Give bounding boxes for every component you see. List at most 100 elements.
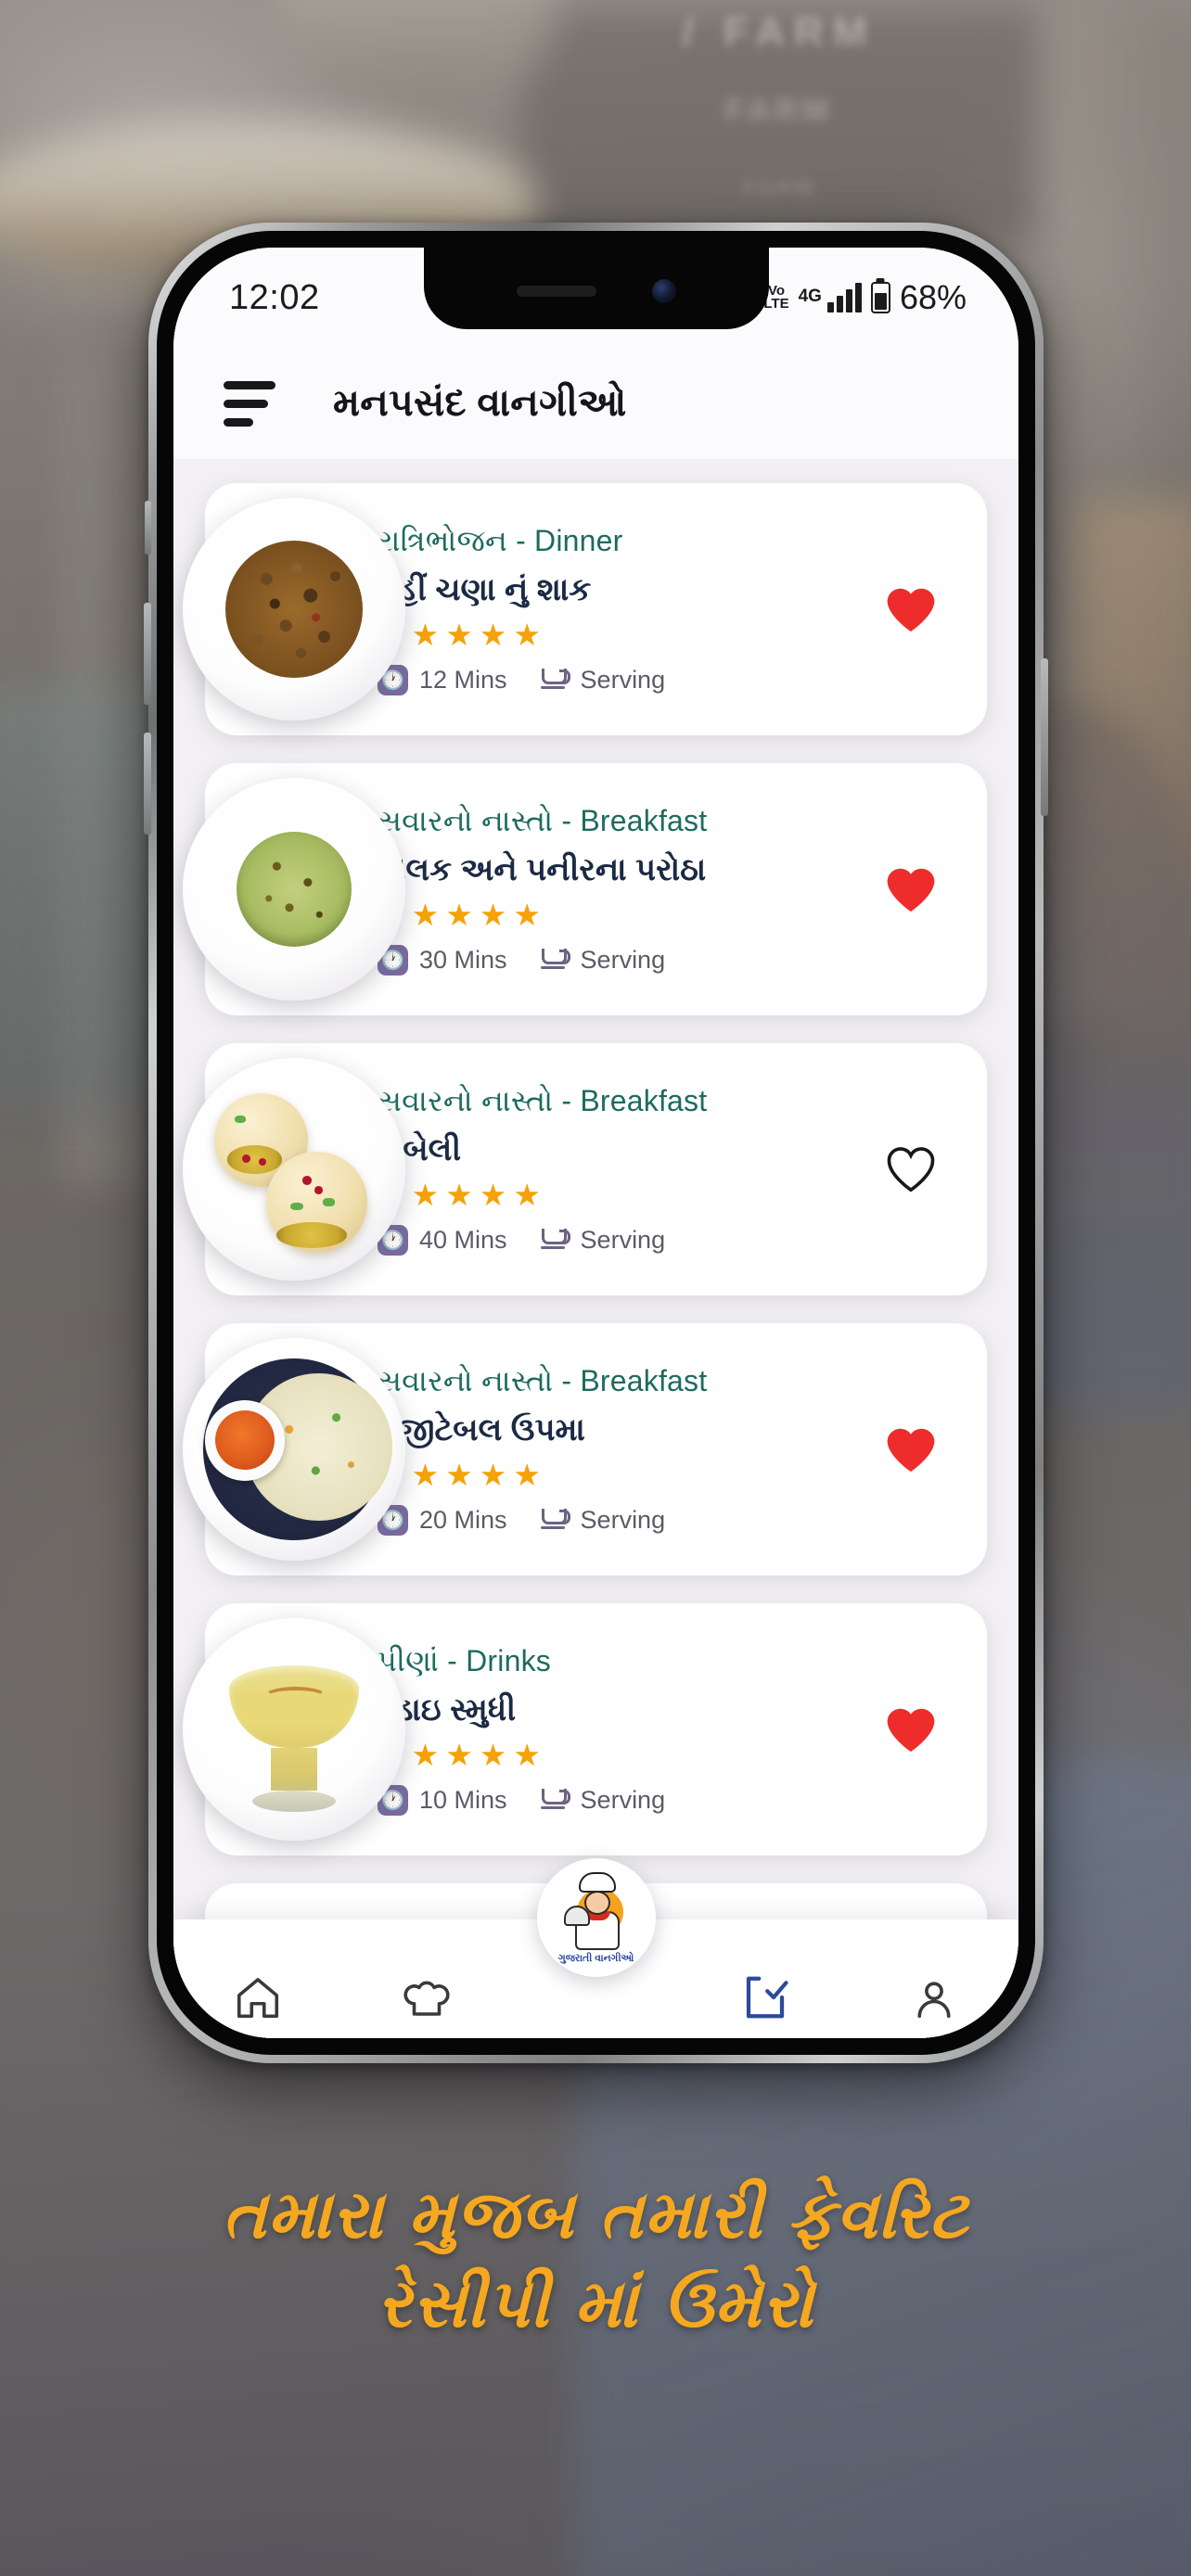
hamburger-line-1	[224, 380, 275, 389]
favorite-button[interactable]	[855, 1144, 967, 1194]
signal-bar-4	[854, 283, 862, 312]
star-icon: ★	[445, 1457, 473, 1492]
battery-percentage: 68%	[899, 278, 967, 316]
recipe-info: પીણાં - Drinks ઠંડાઇ સ્મુધી ★ ★ ★ ★ ★ 🕐	[378, 1620, 855, 1840]
recipe-thumbnail	[183, 1058, 405, 1281]
recipe-meta: 🕐 10 Mins Serving	[378, 1784, 855, 1816]
nav-profile[interactable]	[883, 1972, 985, 2022]
recipe-info: સવારનો નાસ્તો - Breakfast વેજીટેબલ ઉપમા …	[378, 1340, 855, 1560]
heart-outline-icon	[887, 1147, 935, 1192]
cup-icon	[539, 1785, 570, 1816]
power-button[interactable]	[1041, 658, 1048, 816]
star-icon: ★	[479, 1177, 507, 1212]
chutney-bowl	[205, 1400, 286, 1481]
chef-logo-button[interactable]: ગુજરાતી વાનગીઓ	[536, 1858, 656, 1977]
nav-home[interactable]	[207, 1972, 309, 2022]
cook-time: 🕐 20 Mins	[378, 1504, 507, 1536]
cup-icon	[539, 1505, 570, 1536]
signal-bars	[826, 283, 862, 312]
curry-food	[224, 540, 364, 679]
star-icon: ★	[411, 1737, 440, 1772]
rating-stars: ★ ★ ★ ★ ★	[378, 619, 855, 650]
signal-bar-3	[845, 289, 852, 312]
nav-recipes[interactable]	[376, 1972, 478, 2022]
heart-filled-icon	[887, 588, 935, 632]
recipe-name: વેજીટેબલ ઉપમા	[378, 1411, 585, 1447]
cook-time-label: 30 Mins	[419, 945, 507, 974]
mute-switch[interactable]	[145, 501, 151, 555]
recipe-category: સવારનો નાસ્તો - Breakfast	[378, 803, 708, 837]
page-title: મનપસંદ વાનગીઓ	[333, 381, 627, 424]
recipe-name: ઠંડાઇ સ્મુધી	[378, 1691, 517, 1728]
signal-icon: 4G	[799, 283, 862, 312]
cook-time: 🕐 10 Mins	[378, 1784, 507, 1816]
favorite-button[interactable]	[855, 584, 967, 634]
dabeli-bun	[266, 1152, 367, 1253]
front-camera	[651, 279, 676, 303]
serving-label: Serving	[580, 1225, 666, 1254]
star-icon: ★	[479, 617, 507, 652]
nav-checklist[interactable]	[714, 1972, 816, 2022]
serving-info: Serving	[539, 1505, 666, 1536]
recipe-info: સવારનો નાસ્તો - Breakfast પાલક અને પનીરન…	[378, 780, 855, 1000]
recipe-name: દાબેલી	[378, 1131, 462, 1167]
cook-time: 🕐 12 Mins	[378, 664, 507, 695]
recipe-card[interactable]: સવારનો નાસ્તો - Breakfast વેજીટેબલ ઉપમા …	[183, 1323, 987, 1575]
serving-info: Serving	[539, 665, 666, 695]
star-icon: ★	[513, 617, 541, 652]
heart-filled-icon	[887, 868, 935, 912]
status-indicators: Vo LTE 4G 68%	[763, 278, 967, 317]
chef-logo-label: ગુજરાતી વાનગીઓ	[558, 1953, 634, 1965]
volte-bottom-label: LTE	[763, 296, 789, 312]
favorite-button[interactable]	[855, 1704, 967, 1754]
recipe-thumbnail	[183, 778, 405, 1001]
smoothie-glass	[229, 1647, 359, 1812]
recipe-meta: 🕐 30 Mins Serving	[378, 944, 855, 976]
home-icon	[237, 1978, 279, 2019]
serving-label: Serving	[580, 945, 666, 974]
hamburger-menu-icon[interactable]	[224, 380, 275, 427]
caption-line-1: તમારા મુજબ તમારી ફેવરિટ	[222, 2174, 969, 2253]
paratha-food	[236, 831, 352, 948]
cook-time-label: 10 Mins	[419, 1785, 507, 1814]
chef-hat-icon	[403, 1981, 450, 2016]
recipe-card[interactable]: રાત્રિભોજન - Dinner દહીં ચણા નું શાક ★ ★…	[183, 483, 987, 735]
logo-label-red: ગુજરાતી	[557, 1953, 596, 1964]
favorite-button[interactable]	[855, 864, 967, 914]
earpiece-speaker	[516, 286, 596, 297]
caption-line-2: રેસીપી માં ઉમેરો	[377, 2264, 814, 2343]
recipe-card[interactable]: સવારનો નાસ્તો - Breakfast પાલક અને પનીરન…	[183, 763, 987, 1015]
cook-time: 🕐 30 Mins	[378, 944, 507, 976]
recipe-card[interactable]: પીણાં - Drinks ઠંડાઇ સ્મુધી ★ ★ ★ ★ ★ 🕐	[183, 1603, 987, 1855]
rating-stars: ★ ★ ★ ★ ★	[378, 899, 855, 930]
recipe-list[interactable]: રાત્રિભોજન - Dinner દહીં ચણા નું શાક ★ ★…	[173, 459, 1018, 2038]
star-icon: ★	[445, 897, 473, 932]
star-icon: ★	[445, 1737, 473, 1772]
cup-icon	[539, 945, 570, 976]
cup-icon	[539, 1225, 570, 1256]
logo-label-blue: વાનગીઓ	[595, 1953, 634, 1964]
recipe-name: દહીં ચણા નું શાક	[378, 571, 592, 607]
signal-bar-2	[836, 296, 843, 312]
recipe-card[interactable]: સવારનો નાસ્તો - Breakfast દાબેલી ★ ★ ★ ★…	[183, 1043, 987, 1295]
notch	[423, 248, 769, 329]
volume-down-button[interactable]	[144, 733, 151, 835]
favorite-button[interactable]	[855, 1424, 967, 1474]
star-icon: ★	[513, 897, 541, 932]
recipe-category: રાત્રિભોજન - Dinner	[378, 523, 623, 557]
star-icon: ★	[513, 1737, 541, 1772]
chef-logo-icon	[562, 1872, 631, 1952]
star-icon: ★	[479, 1457, 507, 1492]
serving-label: Serving	[580, 665, 666, 694]
star-icon: ★	[479, 1737, 507, 1772]
volume-up-button[interactable]	[144, 603, 151, 705]
heart-filled-icon	[887, 1428, 935, 1473]
phone-mockup: 12:02 Vo LTE 4G 68% મનપસંદ વાનગીઓ રાત્રિ…	[144, 223, 1048, 2063]
yellow-thandai-smoothie-glass	[183, 1618, 405, 1841]
smoothie-top	[229, 1664, 359, 1748]
chana-curry-on-white-plate	[183, 498, 405, 721]
serving-label: Serving	[580, 1505, 666, 1534]
star-icon: ★	[513, 1457, 541, 1492]
star-icon: ★	[445, 617, 473, 652]
serving-info: Serving	[539, 945, 666, 976]
